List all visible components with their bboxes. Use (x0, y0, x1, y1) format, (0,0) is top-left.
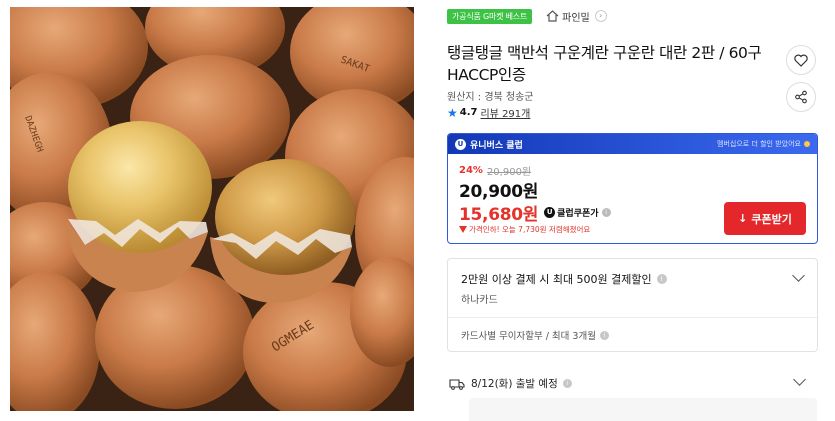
heart-icon (794, 54, 808, 67)
origin-text: 원산지 : 경북 청송군 (447, 92, 534, 103)
club-price-row: 15,680원 U 클럽쿠폰가 i (459, 200, 611, 225)
card-benefit-text: 2만원 이상 결제 시 최대 500원 결제할인 (461, 273, 652, 286)
price-box: U 유니버스 클럽 멤버십으로 더 할인 받았어요 24% 20,900원 20… (447, 133, 818, 244)
wishlist-button[interactable] (786, 45, 816, 75)
info-icon[interactable]: i (656, 274, 667, 284)
card-benefit-box[interactable]: 2만원 이상 결제 시 최대 500원 결제할인 i 하나카드 카드사별 무이자… (447, 258, 818, 352)
shipping-detail-panel (469, 398, 817, 421)
product-info: 가공식품 G마켓 베스트 파인밀 › 탱글탱글 맥반석 구운계란 구운란 대란 … (447, 0, 825, 421)
product-title: 탱글탱글 맥반석 구운계란 구운란 대란 2판 / 60구 HACCP인증 (447, 42, 767, 86)
product-image[interactable]: SAKAT OGMEAE DAZHEGH (10, 7, 414, 411)
club-promo: 멤버십으로 더 할인 받았어요 (717, 139, 810, 149)
universe-club-icon: U (455, 138, 466, 150)
installment-row: 카드사별 무이자할부 / 최대 3개월 i (461, 328, 609, 342)
discount-rate: 24% (459, 165, 483, 176)
shipping-date: 8/12(화) 출발 예정 (471, 378, 558, 390)
download-icon: ↓ (738, 212, 748, 225)
club-label: 유니버스 클럽 (470, 140, 523, 151)
chevron-down-icon[interactable] (793, 373, 806, 386)
chevron-down-icon[interactable] (792, 269, 805, 282)
shipping-row[interactable]: 8/12(화) 출발 예정 i (449, 376, 572, 391)
discount-row: 24% 20,900원 (459, 163, 531, 178)
share-button[interactable] (786, 82, 816, 112)
universe-club-icon: U (544, 207, 556, 218)
club-price: 15,680원 (459, 205, 539, 225)
get-coupon-button[interactable]: ↓ 쿠폰받기 (724, 202, 806, 235)
club-price-label: 클럽쿠폰가 (557, 209, 599, 219)
store-link[interactable]: 파인밀 › (546, 9, 607, 24)
price-drop-text: 가격인하! 오늘 7,730원 저렴해졌어요 (469, 225, 591, 234)
down-arrow-icon (459, 226, 467, 233)
eggs-photo: SAKAT OGMEAE DAZHEGH (10, 7, 414, 411)
info-icon[interactable]: i (601, 208, 611, 217)
rating-row[interactable]: ★ 4.7 리뷰 291개 (447, 105, 530, 121)
chevron-right-icon: › (594, 10, 607, 22)
installment-text: 카드사별 무이자할부 / 최대 3개월 (461, 331, 596, 342)
review-count-link[interactable]: 리뷰 291개 (480, 105, 530, 120)
top-line: 가공식품 G마켓 베스트 파인밀 › (447, 8, 607, 24)
best-badge[interactable]: 가공식품 G마켓 베스트 (447, 8, 533, 24)
product-page: SAKAT OGMEAE DAZHEGH 가공식품 G마켓 베스트 파인밀 › … (0, 0, 835, 421)
product-title-line1: 탱글탱글 맥반석 구운계란 구운란 대란 2판 / 60구 (447, 44, 762, 62)
club-promo-text: 멤버십으로 더 할인 받았어요 (717, 140, 801, 148)
original-price: 20,900원 (486, 167, 532, 178)
price-drop-note: 가격인하! 오늘 7,730원 저렴해졌어요 (459, 224, 590, 235)
product-title-line2: HACCP인증 (447, 66, 526, 84)
coin-icon (804, 141, 810, 147)
divider (448, 317, 817, 318)
share-icon (795, 90, 807, 104)
card-name: 하나카드 (461, 295, 498, 306)
house-icon (546, 10, 559, 22)
club-title: U 유니버스 클럽 (455, 138, 523, 151)
info-icon[interactable]: i (562, 379, 572, 388)
info-icon[interactable]: i (599, 330, 609, 340)
card-benefit-title: 2만원 이상 결제 시 최대 500원 결제할인 i (461, 271, 667, 287)
truck-icon (449, 378, 465, 390)
coupon-button-label: 쿠폰받기 (751, 212, 792, 226)
star-icon: ★ (447, 105, 458, 120)
sale-price: 20,900원 (459, 182, 539, 202)
rating-score: 4.7 (459, 107, 478, 118)
store-name: 파인밀 (562, 12, 590, 24)
club-header[interactable]: U 유니버스 클럽 멤버십으로 더 할인 받았어요 (448, 134, 817, 154)
